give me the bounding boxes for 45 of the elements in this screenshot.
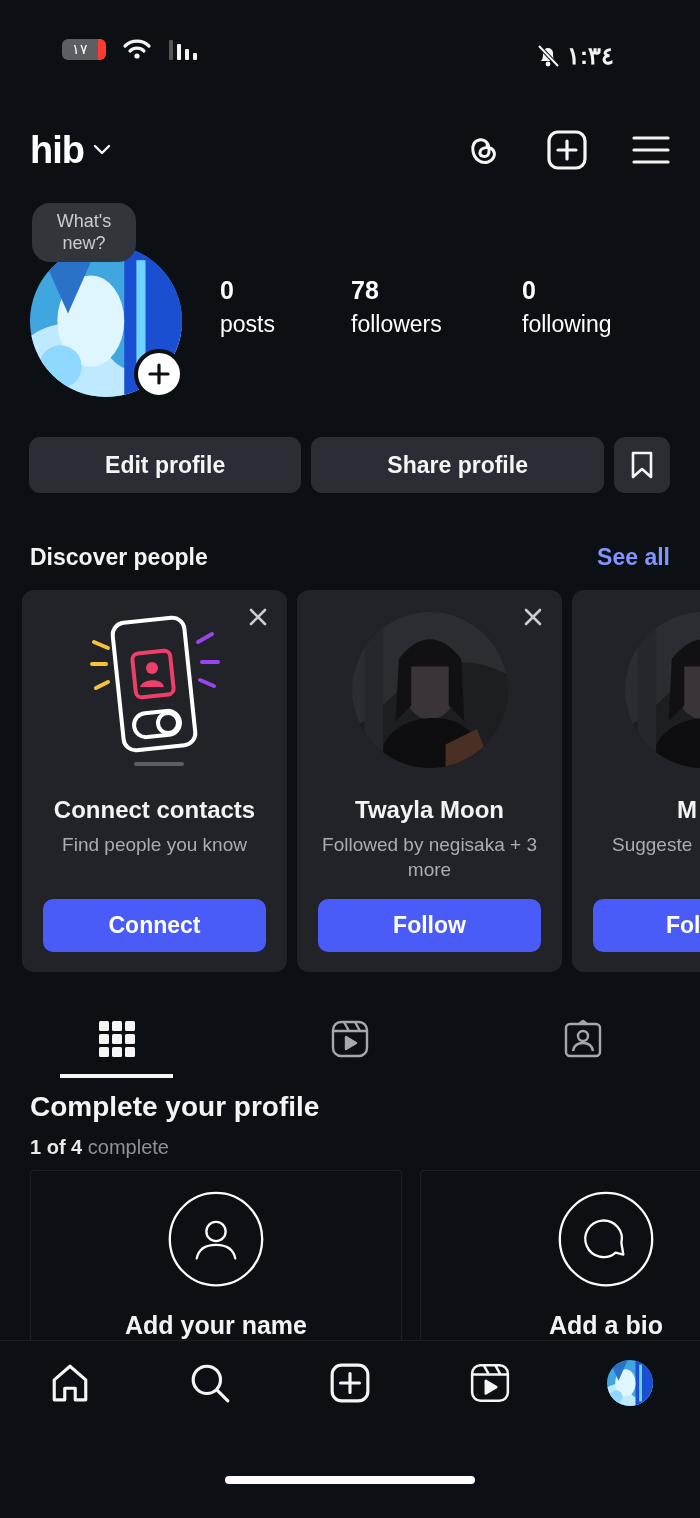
- bookmark-icon: [630, 451, 654, 479]
- suggestion-subtitle: Find people you know: [62, 833, 247, 858]
- account-switcher[interactable]: hib: [30, 121, 112, 179]
- section-title: Complete your profile: [30, 1090, 321, 1124]
- reels-icon: [469, 1362, 511, 1404]
- suggestion-name: Connect contacts: [53, 795, 256, 825]
- chevron-down-icon: [92, 144, 112, 156]
- stat-counter[interactable]: 78 followers: [351, 273, 522, 341]
- profile-avatar-icon: [607, 1360, 653, 1406]
- tooltip: What's new?: [32, 203, 136, 263]
- battery-indicator: ١٧: [62, 38, 106, 60]
- section-title: Discover people: [30, 543, 208, 572]
- close-button[interactable]: [247, 606, 269, 628]
- stat-counter[interactable]: 0 following: [522, 273, 632, 341]
- action-button[interactable]: Edit profile: [29, 437, 302, 493]
- suggestion-name: M: [676, 795, 697, 825]
- bookmark-button[interactable]: [614, 437, 670, 493]
- connect-button[interactable]: Connect: [43, 899, 266, 952]
- menu-icon[interactable]: [632, 135, 670, 165]
- close-icon: [247, 606, 269, 628]
- action-button[interactable]: Share profile: [311, 437, 604, 493]
- follow-button[interactable]: Follow: [318, 899, 541, 952]
- task-label: Add your name: [125, 1311, 307, 1340]
- mute-icon: [537, 44, 559, 68]
- suggestion-subtitle: Followed by negisaka + 3 more: [321, 833, 538, 882]
- progress-text: 1 of 4 complete: [30, 1134, 170, 1160]
- add-icon: [329, 1362, 371, 1404]
- speech-bubble-icon: [556, 1191, 656, 1288]
- close-icon: [522, 606, 544, 628]
- clock-time: ١:٣٤: [567, 41, 614, 71]
- task-label: Add a bio: [549, 1311, 663, 1340]
- tagged-person-icon: [563, 1019, 604, 1059]
- suggestion-name: Twayla Moon: [355, 795, 504, 825]
- search-icon: [189, 1362, 231, 1404]
- stat-counter[interactable]: 0 posts: [220, 273, 351, 341]
- signal-icon: [168, 38, 198, 60]
- reels-icon: [330, 1019, 370, 1059]
- close-button[interactable]: [522, 606, 544, 628]
- suggestion-subtitle: Suggeste: [611, 833, 693, 858]
- grid-icon: [96, 1019, 137, 1059]
- add-icon[interactable]: [546, 129, 588, 171]
- see-all-link[interactable]: See all: [597, 540, 670, 575]
- wifi-icon: [122, 38, 152, 60]
- person-icon: [166, 1191, 266, 1288]
- follow-button[interactable]: Fol: [593, 899, 700, 952]
